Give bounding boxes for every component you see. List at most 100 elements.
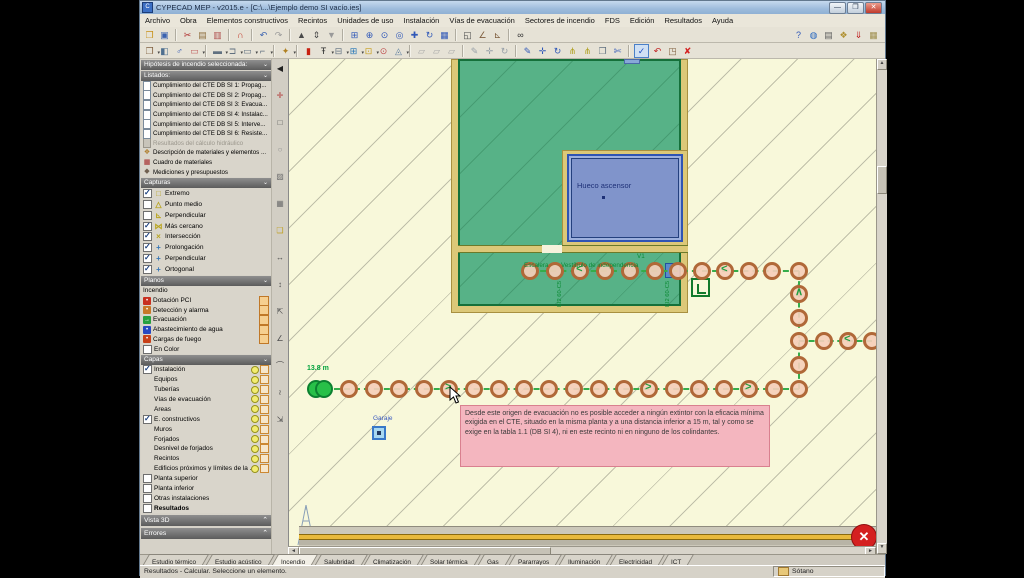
hydrant-icon[interactable]: Ŧ▾ — [317, 45, 330, 57]
link-icon[interactable]: ♂ — [173, 45, 186, 57]
chevron-up-icon[interactable]: ⌃ — [262, 528, 268, 539]
menu-resultados[interactable]: Resultados — [659, 14, 707, 27]
hatch-icon[interactable]: ▨ — [274, 171, 286, 183]
tab-estudio-acustico[interactable]: Estudio acústico — [206, 554, 275, 565]
menu-ayuda[interactable]: Ayuda — [707, 14, 738, 27]
marker-down-icon[interactable]: ▼ — [325, 29, 338, 41]
hand-icon[interactable]: ❖ — [837, 29, 850, 41]
snap-perpendicular[interactable]: ⊾Perpendicular — [141, 210, 271, 221]
evacuation-node[interactable] — [863, 332, 876, 350]
scroll-down-button[interactable]: ▼ — [877, 543, 887, 554]
menu-fds[interactable]: FDS — [600, 14, 625, 27]
rect-icon[interactable]: □ — [274, 117, 286, 129]
leader-icon[interactable]: ⇲ — [274, 414, 286, 426]
listado-cumplimiento-del-cte-db-si-3[interactable]: Cumplimiento del CTE DB SI 3: Evacua... — [141, 100, 271, 110]
dim-aligned-icon[interactable]: ⇱ — [274, 306, 286, 318]
capa-e-constructivos[interactable]: E. constructivos — [141, 414, 271, 424]
chevron-up-icon[interactable]: ⌃ — [262, 515, 268, 526]
evacuation-node[interactable] — [340, 380, 358, 398]
scroll-up-button[interactable]: ▲ — [877, 59, 887, 70]
plano-abastecimiento-de-agua[interactable]: •Abastecimiento de agua — [141, 325, 271, 335]
checkbox[interactable] — [143, 200, 152, 209]
layer-pen-icon[interactable] — [260, 425, 269, 434]
plano-deteccion-y-alarma[interactable]: •Detección y alarma — [141, 305, 271, 315]
maximize-button[interactable]: ❐ — [847, 2, 864, 14]
menu-elementos-constructivos[interactable]: Elementos constructivos — [202, 14, 293, 27]
grid-icon[interactable]: ▦ — [274, 198, 286, 210]
chevron-down-icon[interactable]: ⌄ — [263, 71, 268, 81]
cancel-icon[interactable]: ✘ — [681, 45, 694, 57]
mail-icon[interactable]: ▭▾ — [188, 45, 201, 57]
layer-options-icon[interactable] — [259, 334, 269, 344]
insert-window-icon[interactable]: ▭▾ — [241, 45, 254, 57]
capa-tuberias[interactable]: Tuberías — [141, 385, 271, 395]
tab-electricidad[interactable]: Electricidad — [610, 554, 665, 565]
checkbox[interactable] — [143, 365, 152, 374]
plano-incendio[interactable]: Incendio — [141, 286, 271, 296]
evacuation-node[interactable] — [693, 262, 711, 280]
plano-evacuacion[interactable]: →Evacuación — [141, 315, 271, 325]
zoom-prev-icon[interactable]: ◎ — [393, 29, 406, 41]
tools-icon[interactable]: ✛ — [274, 90, 286, 102]
tab-salubridad[interactable]: Salubridad — [315, 554, 368, 565]
edit-icon[interactable]: ✎ — [468, 45, 481, 57]
copy-icon[interactable]: ▱ — [415, 45, 428, 57]
note-icon[interactable]: ❑ — [274, 225, 286, 237]
route-icon[interactable]: ⊞▾ — [347, 45, 360, 57]
menu-instalacion[interactable]: Instalación — [398, 14, 444, 27]
checkbox[interactable] — [143, 189, 152, 198]
plan-icon[interactable]: ▦ — [867, 29, 880, 41]
delete-icon[interactable]: ▱ — [445, 45, 458, 57]
extinguisher-icon[interactable]: ⊙ — [377, 45, 390, 57]
layer-pen-icon[interactable] — [260, 375, 269, 384]
evacuation-node[interactable] — [590, 380, 608, 398]
capa-resultados[interactable]: Resultados — [141, 503, 271, 513]
insert-door-icon[interactable]: ⊐▾ — [226, 45, 239, 57]
menu-sectores-de-incendio[interactable]: Sectores de incendio — [520, 14, 600, 27]
layer-pen-icon[interactable] — [260, 464, 269, 473]
sign-icon[interactable]: ⊡▾ — [362, 45, 375, 57]
elevator-shaft[interactable] — [567, 154, 683, 242]
layer-pen-icon[interactable] — [260, 395, 269, 404]
minimize-button[interactable]: — — [829, 2, 846, 14]
symmetry1-icon[interactable]: ⋔ — [566, 45, 579, 57]
checkbox[interactable] — [143, 243, 152, 252]
copy-window-icon[interactable]: ❐ — [596, 45, 609, 57]
layer-pen-icon[interactable] — [260, 435, 269, 444]
layer-pen-icon[interactable] — [260, 385, 269, 394]
evacuation-node[interactable] — [465, 380, 483, 398]
selected-element-marker[interactable] — [372, 426, 386, 440]
marker-up-icon[interactable]: ▲ — [295, 29, 308, 41]
magnet-icon[interactable]: ∩ — [234, 29, 247, 41]
layer-color-icon[interactable] — [251, 415, 259, 423]
snap-mas-cercano[interactable]: ⋈Más cercano — [141, 221, 271, 232]
layer-pen-icon[interactable] — [260, 405, 269, 414]
config-icon[interactable]: ◧ — [158, 45, 171, 57]
new-element-icon[interactable]: ❐▾ — [143, 45, 156, 57]
evacuation-node[interactable] — [815, 332, 833, 350]
evacuation-node[interactable] — [365, 380, 383, 398]
evacuation-node[interactable] — [690, 380, 708, 398]
capa-edificios-proximos-y-lim[interactable]: Edificios próximos y límites de la ... — [141, 464, 271, 474]
group-icon[interactable]: ◬▾ — [392, 45, 405, 57]
menu-edicion[interactable]: Edición — [625, 14, 660, 27]
undo-red-icon[interactable]: ↶ — [651, 45, 664, 57]
open-icon[interactable]: ❒ — [143, 29, 156, 41]
snap-perpendicular[interactable]: +Perpendicular — [141, 253, 271, 264]
checkbox[interactable] — [143, 474, 152, 483]
draw-icon[interactable]: ✎ — [521, 45, 534, 57]
checkbox[interactable] — [143, 232, 152, 241]
menu-obra[interactable]: Obra — [175, 14, 202, 27]
update-icon[interactable]: ⇓ — [852, 29, 865, 41]
listado-mediciones-y-presupuestos[interactable]: ◆Mediciones y presupuestos — [141, 167, 271, 177]
circle-icon[interactable]: ○ — [274, 144, 286, 156]
evacuation-node[interactable] — [790, 309, 808, 327]
rotate2-icon[interactable]: ↻ — [498, 45, 511, 57]
wizard-icon[interactable]: ✦▾ — [279, 45, 292, 57]
snap-extremo[interactable]: □Extremo — [141, 188, 271, 199]
tab-estudio-termico[interactable]: Estudio térmico — [143, 554, 209, 565]
checkbox[interactable] — [143, 415, 152, 424]
planos-header[interactable]: Planos ⌄ — [141, 276, 271, 286]
evacuation-node[interactable] — [646, 262, 664, 280]
evacuation-node[interactable] — [740, 262, 758, 280]
